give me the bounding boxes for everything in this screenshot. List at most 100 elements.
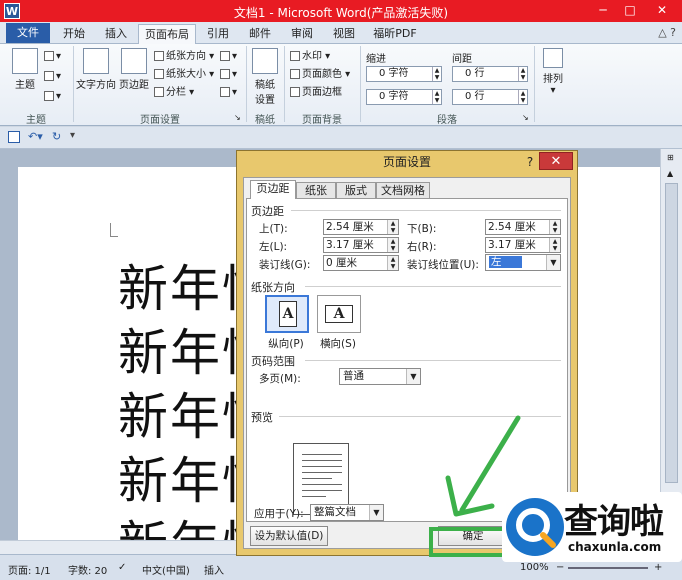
- line-numbers-button[interactable]: ▾: [220, 68, 237, 82]
- hyphenation-button[interactable]: ▾: [220, 86, 237, 100]
- indent-right-input[interactable]: 0 字符 ▲ ▼: [366, 89, 442, 105]
- section-divider: [291, 210, 561, 211]
- page-borders-button[interactable]: 页面边框: [290, 86, 342, 100]
- page-setup-launcher-icon[interactable]: ↘: [234, 111, 241, 125]
- theme-fonts-button[interactable]: ▾: [44, 70, 61, 84]
- bottom-margin-label: 下(B):: [407, 223, 437, 235]
- themes-button[interactable]: 主题: [8, 48, 42, 91]
- proofing-icon[interactable]: ✓: [118, 562, 126, 573]
- tab-document-grid[interactable]: 文档网格: [376, 182, 430, 199]
- theme-fonts-icon: [44, 71, 54, 81]
- spin-arrows-icon[interactable]: ▲ ▼: [549, 220, 560, 234]
- zoom-out-icon[interactable]: −: [556, 562, 564, 573]
- spin-arrows-icon[interactable]: ▲ ▼: [549, 238, 560, 252]
- chevron-down-icon[interactable]: ▼: [406, 369, 420, 384]
- chevron-down-icon[interactable]: ▼: [546, 255, 560, 270]
- dialog-help-button[interactable]: ?: [521, 153, 539, 171]
- zoom-in-icon[interactable]: +: [654, 562, 662, 573]
- language[interactable]: 中文(中国): [142, 562, 190, 577]
- minimize-button[interactable]: ─: [590, 2, 616, 19]
- tab-references[interactable]: 引用: [198, 24, 238, 44]
- spacing-before-input[interactable]: 0 行 ▲ ▼: [452, 66, 528, 82]
- spin-arrows-icon[interactable]: ▲ ▼: [387, 238, 398, 252]
- draft-settings-button[interactable]: 稿纸 设置: [250, 48, 280, 106]
- size-button[interactable]: 纸张大小 ▾: [154, 68, 214, 82]
- set-default-button[interactable]: 设为默认值(D): [250, 526, 328, 546]
- bottom-margin-input[interactable]: 2.54 厘米 ▲ ▼: [485, 219, 561, 235]
- page-color-button[interactable]: 页面颜色 ▾: [290, 68, 350, 82]
- tab-view[interactable]: 视图: [324, 24, 364, 44]
- redo-icon[interactable]: ↻: [52, 130, 61, 143]
- paragraph-launcher-icon[interactable]: ↘: [522, 111, 529, 125]
- top-margin-input[interactable]: 2.54 厘米 ▲ ▼: [323, 219, 399, 235]
- section-preview: 预览: [251, 411, 273, 424]
- customize-qat-icon[interactable]: ▾: [70, 130, 75, 141]
- zoom-level[interactable]: 100%: [520, 562, 549, 573]
- tab-home[interactable]: 开始: [54, 24, 94, 44]
- tab-review[interactable]: 审阅: [282, 24, 322, 44]
- breaks-button[interactable]: ▾: [220, 50, 237, 64]
- vertical-scrollbar[interactable]: ⊞ ▲: [660, 149, 682, 540]
- dialog-close-button[interactable]: ✕: [539, 152, 573, 170]
- tab-insert[interactable]: 插入: [96, 24, 136, 44]
- tab-page-layout[interactable]: 页面布局: [138, 24, 196, 45]
- page-count[interactable]: 页面: 1/1: [8, 562, 51, 577]
- group-label-theme: 主题: [26, 115, 46, 126]
- group-label-paragraph: 段落: [437, 115, 457, 126]
- preview-line: [302, 478, 332, 479]
- gutter-position-select[interactable]: 左 ▼: [485, 254, 561, 271]
- section-orientation: 纸张方向: [251, 281, 295, 294]
- right-margin-input[interactable]: 3.17 厘米 ▲ ▼: [485, 237, 561, 253]
- watermark-brand: 查询啦: [564, 502, 664, 542]
- margins-button[interactable]: 页边距: [117, 48, 151, 91]
- tab-margins[interactable]: 页边距: [250, 180, 296, 199]
- multiple-pages-label: 多页(M):: [259, 373, 301, 385]
- arrange-button[interactable]: 排列 ▾: [538, 48, 568, 96]
- title-bar: W 文档1 - Microsoft Word(产品激活失败) ─ □ ✕: [0, 0, 682, 22]
- right-margin-label: 右(R):: [407, 241, 437, 253]
- apply-to-select[interactable]: 整篇文档 ▼: [310, 504, 384, 521]
- orientation-button[interactable]: 纸张方向 ▾: [154, 50, 214, 64]
- theme-effects-button[interactable]: ▾: [44, 90, 61, 104]
- text-direction-button[interactable]: 文字方向: [76, 48, 116, 91]
- close-window-button[interactable]: ✕: [644, 2, 680, 19]
- margins-icon: [121, 48, 147, 74]
- indent-left-input[interactable]: 0 字符 ▲ ▼: [366, 66, 442, 82]
- help-icon[interactable]: △ ?: [658, 26, 676, 39]
- ribbon: 主题 ▾ ▾ ▾ 主题 文字方向 页边距 纸张方向 ▾ 纸张大小 ▾ 分栏 ▾ …: [0, 44, 682, 126]
- scroll-thumb[interactable]: [665, 183, 678, 483]
- landscape-option[interactable]: A: [317, 295, 361, 333]
- left-margin-input[interactable]: 3.17 厘米 ▲ ▼: [323, 237, 399, 253]
- chevron-down-icon[interactable]: ▼: [369, 505, 383, 520]
- portrait-option[interactable]: A: [265, 295, 309, 333]
- spin-arrows-icon[interactable]: ▲ ▼: [387, 256, 398, 270]
- tab-paper[interactable]: 纸张: [296, 182, 336, 199]
- section-pages: 页码范围: [251, 355, 295, 368]
- word-count[interactable]: 字数: 20: [68, 562, 107, 577]
- multiple-pages-select[interactable]: 普通 ▼: [339, 368, 421, 385]
- spin-arrows-icon[interactable]: ▲ ▼: [387, 220, 398, 234]
- tab-file[interactable]: 文件: [6, 23, 50, 43]
- tab-foxit-pdf[interactable]: 福昕PDF: [366, 24, 424, 44]
- spin-arrows-icon[interactable]: ▲ ▼: [432, 90, 441, 104]
- scroll-up-icon[interactable]: ▲: [667, 169, 673, 178]
- zoom-slider[interactable]: [568, 567, 648, 569]
- spin-arrows-icon[interactable]: ▲ ▼: [518, 90, 527, 104]
- maximize-button[interactable]: □: [617, 2, 643, 19]
- tab-mailings[interactable]: 邮件: [240, 24, 280, 44]
- gutter-input[interactable]: 0 厘米 ▲ ▼: [323, 255, 399, 271]
- tab-layout[interactable]: 版式: [336, 182, 376, 199]
- text-direction-icon: [83, 48, 109, 74]
- watermark-button[interactable]: 水印 ▾: [290, 50, 330, 64]
- spin-arrows-icon[interactable]: ▲ ▼: [518, 67, 527, 81]
- spacing-after-input[interactable]: 0 行 ▲ ▼: [452, 89, 528, 105]
- undo-icon[interactable]: ↶▾: [28, 130, 43, 143]
- left-margin-label: 左(L):: [259, 241, 288, 253]
- insert-mode[interactable]: 插入: [204, 562, 224, 577]
- save-icon[interactable]: [8, 131, 20, 143]
- spin-arrows-icon[interactable]: ▲ ▼: [432, 67, 441, 81]
- gutter-label: 装订线(G):: [259, 259, 311, 271]
- ruler-toggle-icon[interactable]: ⊞: [667, 153, 674, 162]
- columns-button[interactable]: 分栏 ▾: [154, 86, 194, 100]
- theme-colors-button[interactable]: ▾: [44, 50, 61, 64]
